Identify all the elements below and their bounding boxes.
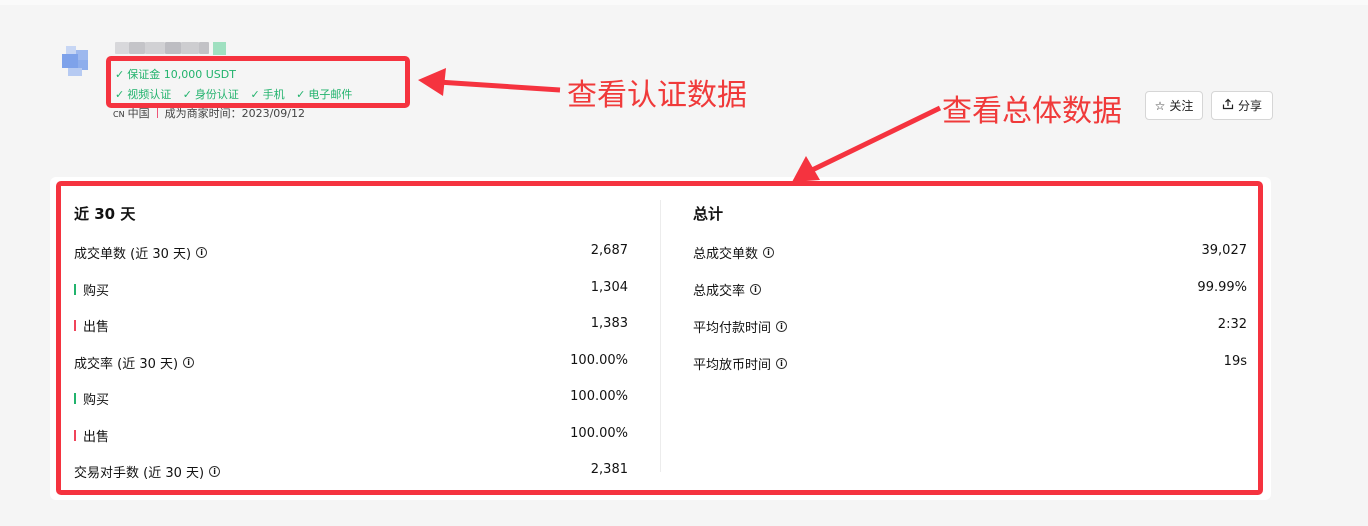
annotation-stats-note: 查看总体数据 [942, 94, 1122, 129]
arrow-to-stats [792, 105, 942, 182]
arrow-to-certifications [418, 68, 561, 96]
annotation-cert-note: 查看认证数据 [567, 78, 747, 113]
